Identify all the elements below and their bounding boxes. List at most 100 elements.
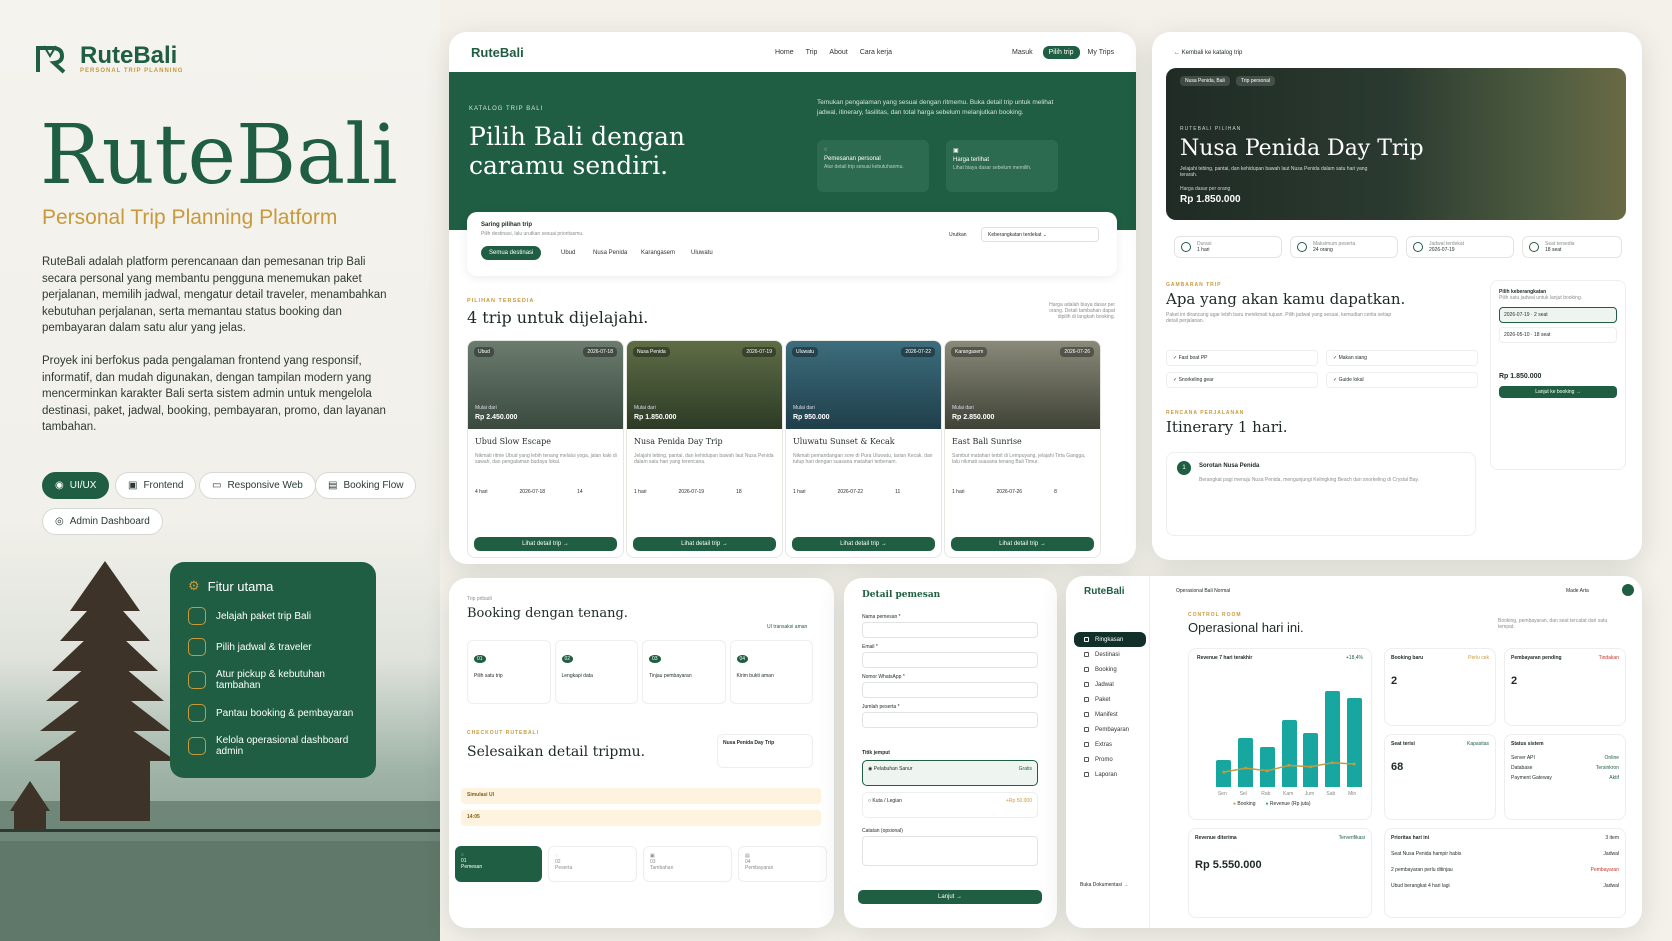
calendar-icon: [188, 638, 206, 656]
feature-item: Jelajah paket trip Bali: [188, 607, 358, 625]
feature-item: Kelola operasional dashboard admin: [188, 735, 358, 757]
priority-card: Prioritas hari ini 3 item Seat Nusa Penid…: [1384, 828, 1626, 918]
back-link[interactable]: ← Kembali ke katalog trip: [1174, 50, 1242, 56]
box-harga: ▣ Harga terlihat Lihat biaya dasar sebelum…: [946, 140, 1058, 192]
chip-admin[interactable]: ◎ Admin Dashboard: [42, 508, 163, 535]
catalog-screen: RuteBali Home Trip About Cara kerja Masu…: [449, 32, 1136, 564]
feature-item: Atur pickup & kebutuhan tambahan: [188, 669, 358, 691]
nav-home[interactable]: Home: [775, 49, 794, 56]
step-item: 04 Kirim bukti aman: [729, 640, 813, 704]
help-link[interactable]: Buka Dokumentasi →: [1080, 882, 1128, 888]
sidebar-item-destinasi[interactable]: Destinasi: [1074, 647, 1146, 662]
nav-cara-kerja[interactable]: Cara kerja: [860, 49, 892, 56]
filter-semua[interactable]: Semua destinasi: [481, 246, 542, 260]
sidebar-item-jadwal[interactable]: Jadwal: [1074, 677, 1146, 692]
filter-karangasem[interactable]: Karangasem: [633, 246, 683, 260]
clock-icon: [1181, 242, 1191, 252]
notes-field[interactable]: [862, 836, 1038, 866]
form-title: Detail pemesan: [862, 590, 941, 600]
trip-detail-button[interactable]: Lihat detail trip →: [633, 537, 776, 551]
warning-simulasi: Simulasi UI: [461, 788, 821, 804]
tab-pembayaran[interactable]: ▤ 04 Pembayaran: [738, 846, 827, 882]
sidebar-item-ringkasan[interactable]: Ringkasan: [1074, 632, 1146, 647]
catalog-navbar: RuteBali Home Trip About Cara kerja Masu…: [449, 32, 1136, 72]
sidebar-item-booking[interactable]: Booking: [1074, 662, 1146, 677]
nav-trip[interactable]: Trip: [806, 49, 818, 56]
trip-card[interactable]: Nusa Penida 2026-07-19 Mulai dari Rp 1.8…: [626, 340, 783, 558]
name-field[interactable]: [862, 622, 1038, 638]
avatar[interactable]: [1622, 584, 1634, 596]
trip-detail-button[interactable]: Lihat detail trip →: [951, 537, 1094, 551]
trip-detail-button[interactable]: Lihat detail trip →: [474, 537, 617, 551]
admin-user[interactable]: Made Arta: [1566, 588, 1589, 594]
logo-icon: [36, 45, 66, 74]
user-icon: ◌: [824, 147, 828, 153]
stat-peserta: Maksimum peserta 24 orang: [1290, 236, 1398, 258]
features-title: Fitur utama: [207, 578, 274, 594]
chip-uiux[interactable]: ◉ UI/UX: [42, 472, 110, 499]
admin-breadcrumb: Operasional Bali Normal: [1176, 588, 1231, 594]
sort-select[interactable]: Keberangkatan terdekat ⌄: [981, 227, 1099, 242]
x-tick-label: Sen: [1217, 791, 1227, 797]
nav-logo[interactable]: RuteBali: [471, 45, 524, 60]
date-option[interactable]: 2026-07-19 · 2 seat: [1499, 307, 1617, 323]
filter-ubud[interactable]: Ubud: [553, 246, 583, 260]
nav-about[interactable]: About: [829, 49, 847, 56]
date-option[interactable]: 2026-05-10 · 18 seat: [1499, 327, 1617, 343]
filter-nusa-penida[interactable]: Nusa Penida: [585, 246, 635, 260]
x-tick-label: Min: [1348, 791, 1357, 797]
hero-title: RuteBali: [40, 108, 398, 203]
chip-icon: ▣: [128, 480, 138, 491]
catalog-headline: Pilih Bali dengan caramu sendiri.: [469, 122, 685, 180]
sidebar-item-promo[interactable]: Promo: [1074, 752, 1146, 767]
trip-image: Nusa Penida 2026-07-19 Mulai dari Rp 1.8…: [627, 341, 782, 429]
pickup-option[interactable]: ○ Kuta / Legian +Rp 50.000: [862, 792, 1038, 818]
brand-logo[interactable]: RuteBali PERSONAL TRIP PLANNING: [34, 42, 183, 76]
filter-uluwatu[interactable]: Uluwatu: [683, 246, 721, 260]
continue-button[interactable]: Lanjut →: [858, 890, 1042, 904]
tab-pemesan[interactable]: ◌ 01 Pemesan: [455, 846, 542, 882]
sidebar-item-extras[interactable]: Extras: [1074, 737, 1146, 752]
checkout-title: Selesaikan detail tripmu.: [467, 744, 646, 760]
seat-icon: [1529, 242, 1539, 252]
tab-tambahan[interactable]: ▣ 03 Tambahan: [643, 846, 732, 882]
sidebar-item-pembayaran[interactable]: Pembayaran: [1074, 722, 1146, 737]
email-field[interactable]: [862, 652, 1038, 668]
tab-peserta[interactable]: ◌ 02 Peserta: [548, 846, 637, 882]
nav-my-trips[interactable]: My Trips: [1088, 49, 1114, 56]
chip-icon: ◉: [55, 480, 64, 491]
calendar-icon: [1413, 242, 1423, 252]
chip-booking-flow[interactable]: ▤ Booking Flow: [315, 472, 417, 499]
quantity-field[interactable]: [862, 712, 1038, 728]
x-tick-label: Sel: [1239, 791, 1247, 797]
trip-card[interactable]: Karangasem 2026-07-26 Mulai dari Rp 2.85…: [944, 340, 1101, 558]
hero-description-2: Proyek ini berfokus pada pengalaman fron…: [42, 355, 386, 433]
brand-tag: PERSONAL TRIP PLANNING: [80, 68, 184, 74]
booking-point: [1222, 770, 1226, 774]
chip-icon: ◎: [55, 516, 64, 527]
pickup-option[interactable]: ◉ Pelabuhan Sanur Gratis: [862, 760, 1038, 786]
nav-masuk[interactable]: Masuk: [1012, 49, 1033, 56]
trip-detail-button[interactable]: Lihat detail trip →: [792, 537, 935, 551]
chip-frontend[interactable]: ▣ Frontend: [115, 472, 197, 499]
users-icon: [1297, 242, 1307, 252]
booking-screen: Trip pribadi Booking dengan tenang. UI t…: [449, 578, 834, 928]
system-status: Status sistem Server API Online Database T…: [1504, 734, 1626, 820]
trip-card[interactable]: Ubud 2026-07-18 Mulai dari Rp 2.450.000 …: [467, 340, 624, 558]
chart-plot: Sen Sel Rab Kam Jum Sab Min: [1213, 679, 1365, 797]
box-pemesanan: ◌ Pemesanan personal Atur detail trip sesu…: [817, 140, 929, 192]
trip-card[interactable]: Uluwatu 2026-07-22 Mulai dari Rp 950.000…: [785, 340, 942, 558]
continue-booking-button[interactable]: Lanjut ke booking →: [1499, 386, 1617, 398]
brand-name: RuteBali: [80, 42, 178, 69]
sidebar-item-paket[interactable]: Paket: [1074, 692, 1146, 707]
trip-image: Karangasem 2026-07-26 Mulai dari Rp 2.85…: [945, 341, 1100, 429]
chip-responsive[interactable]: ▭ Responsive Web: [199, 472, 316, 499]
filter-bar: Saring pilihan trip Pilih destinasi, lal…: [467, 212, 1117, 276]
sidebar-item-manifest[interactable]: Manifest: [1074, 707, 1146, 722]
map-icon: [188, 607, 206, 625]
nav-pilih-trip-button[interactable]: Pilih trip: [1042, 45, 1080, 59]
admin-sidebar: RuteBali Ringkasan Destinasi Booking Jad…: [1066, 576, 1150, 928]
sidebar-item-laporan[interactable]: Laporan: [1074, 767, 1146, 782]
whatsapp-field[interactable]: [862, 682, 1038, 698]
trip-image: Ubud 2026-07-18 Mulai dari Rp 2.450.000: [468, 341, 623, 429]
